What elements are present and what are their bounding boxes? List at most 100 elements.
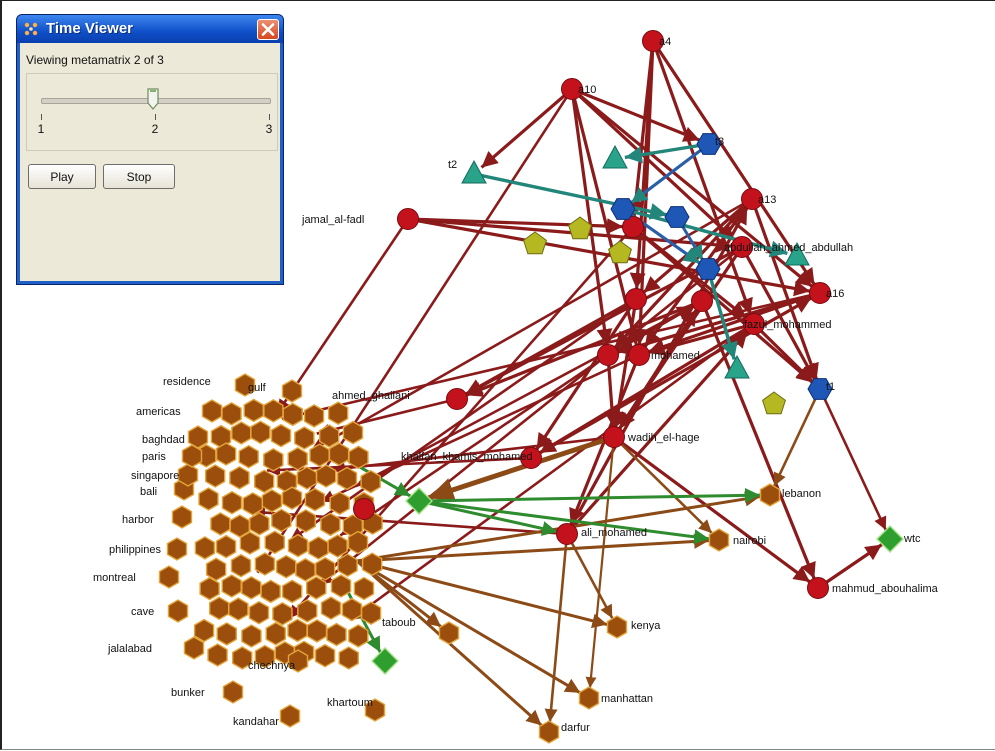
stop-button[interactable]: Stop [103,164,175,189]
aB-node[interactable] [625,288,647,310]
location-node[interactable] [230,553,252,578]
location-node[interactable] [360,469,381,494]
singapore-node[interactable] [177,463,199,487]
location-node[interactable] [338,646,359,670]
tk1-node[interactable] [602,144,628,169]
location-node[interactable] [281,486,303,510]
taboub-node[interactable] [438,621,460,645]
wadih-node[interactable] [603,426,625,448]
location-node[interactable] [296,466,318,490]
location-node[interactable] [342,420,364,445]
location-node[interactable] [303,404,325,428]
location-node[interactable] [282,402,303,427]
americas-node[interactable] [201,399,223,423]
location-node[interactable] [250,420,271,445]
location-node[interactable] [260,579,281,604]
location-node[interactable] [297,598,318,623]
location-node[interactable] [216,622,238,646]
location-node[interactable] [309,443,330,468]
r2-node[interactable] [568,216,592,240]
time-viewer-window[interactable]: Time Viewer Viewing metamatrix 2 of 3 1 … [16,14,284,285]
location-node[interactable] [263,447,284,472]
location-node[interactable] [263,398,284,423]
location-node[interactable] [337,553,358,578]
location-node[interactable] [353,576,375,601]
location-node[interactable] [242,492,263,516]
aE-node[interactable] [353,498,375,520]
location-node[interactable] [361,552,383,577]
location-node[interactable] [275,554,297,579]
ahmed-node[interactable] [446,388,468,410]
bunker-node[interactable] [222,680,244,704]
location-node[interactable] [239,531,261,555]
location-node[interactable] [265,621,286,646]
location-node[interactable] [306,576,327,600]
ali-node[interactable] [556,523,578,545]
location-node[interactable] [271,508,292,533]
mohamed-node[interactable] [628,344,650,366]
location-node[interactable] [221,401,242,426]
location-node[interactable] [330,574,352,598]
darfur-node[interactable] [538,720,560,744]
location-node[interactable] [208,596,230,621]
ev2-node[interactable] [371,647,399,675]
slider-thumb-icon[interactable] [147,88,159,110]
location-node[interactable] [306,619,328,643]
nairobi-node[interactable] [708,528,730,552]
location-node[interactable] [304,487,326,512]
location-node[interactable] [315,556,336,581]
location-node[interactable] [294,426,315,450]
location-node[interactable] [336,466,358,491]
cave-node[interactable] [167,599,189,623]
location-node[interactable] [228,597,249,621]
location-node[interactable] [254,552,276,576]
kandahar-node[interactable] [279,704,301,728]
location-node[interactable] [261,489,283,513]
location-node[interactable] [198,487,219,511]
location-node[interactable] [348,445,369,470]
location-node[interactable] [229,465,250,490]
location-node[interactable] [328,442,350,467]
location-node[interactable] [314,643,336,668]
time-slider[interactable]: 1 2 3 [26,73,278,151]
philippines-node[interactable] [166,537,188,561]
location-node[interactable] [210,512,231,536]
location-node[interactable] [199,576,220,601]
location-node[interactable] [194,536,216,560]
location-node[interactable] [320,596,342,620]
location-node[interactable] [264,530,285,555]
aD-node[interactable] [691,290,713,312]
location-node[interactable] [287,533,309,558]
mahmud-node[interactable] [807,577,829,599]
location-node[interactable] [204,464,226,488]
r1-node[interactable] [523,231,547,255]
location-node[interactable] [215,534,237,559]
wtc-node[interactable] [876,525,904,553]
play-button[interactable]: Play [28,164,96,189]
location-node[interactable] [241,624,262,648]
jalalabad-node[interactable] [183,636,205,660]
location-node[interactable] [315,464,337,488]
location-node[interactable] [329,491,350,516]
montreal-node[interactable] [158,565,180,589]
location-node[interactable] [341,597,363,622]
harbor-node[interactable] [171,505,193,529]
location-node[interactable] [270,423,292,448]
kenya-node[interactable] [606,615,628,639]
location-node[interactable] [326,622,347,647]
location-node[interactable] [215,442,237,466]
location-node[interactable] [320,512,341,537]
location-node[interactable] [281,579,303,604]
location-node[interactable] [295,509,316,533]
lebanon-node[interactable] [759,483,781,507]
jamal-node[interactable] [397,208,419,230]
time-viewer-titlebar[interactable]: Time Viewer [17,15,283,43]
location-node[interactable] [231,421,252,445]
location-node[interactable] [295,557,316,582]
location-node[interactable] [249,511,270,536]
close-button[interactable] [257,19,279,40]
location-node[interactable] [272,601,293,626]
location-node[interactable] [221,490,243,515]
location-node[interactable] [348,624,369,648]
location-node[interactable] [327,534,348,558]
